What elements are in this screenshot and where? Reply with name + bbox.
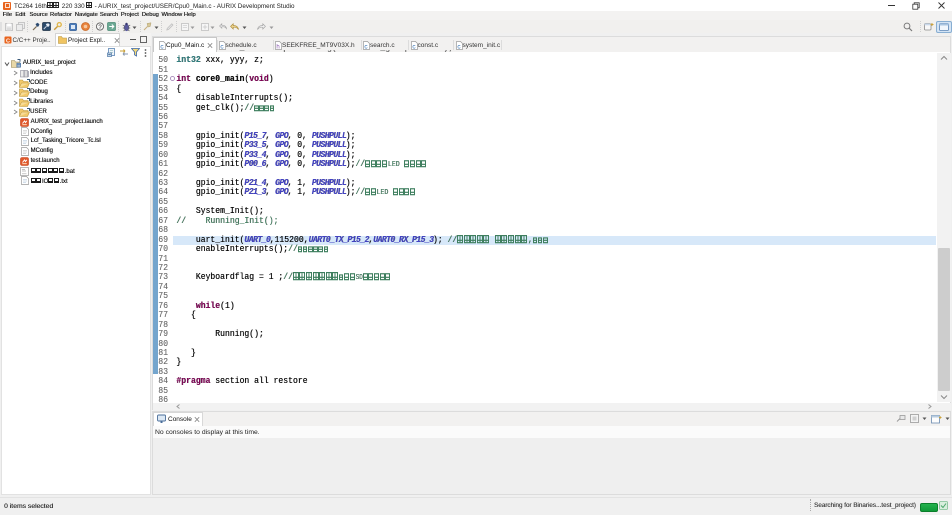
svg-text:c: c (412, 43, 416, 50)
svg-text:c: c (220, 43, 224, 50)
svg-text:c: c (160, 43, 164, 50)
svg-text:c: c (457, 43, 461, 50)
svg-text:c: c (364, 43, 368, 50)
svg-text:C: C (6, 38, 10, 44)
svg-text:h: h (276, 43, 280, 50)
